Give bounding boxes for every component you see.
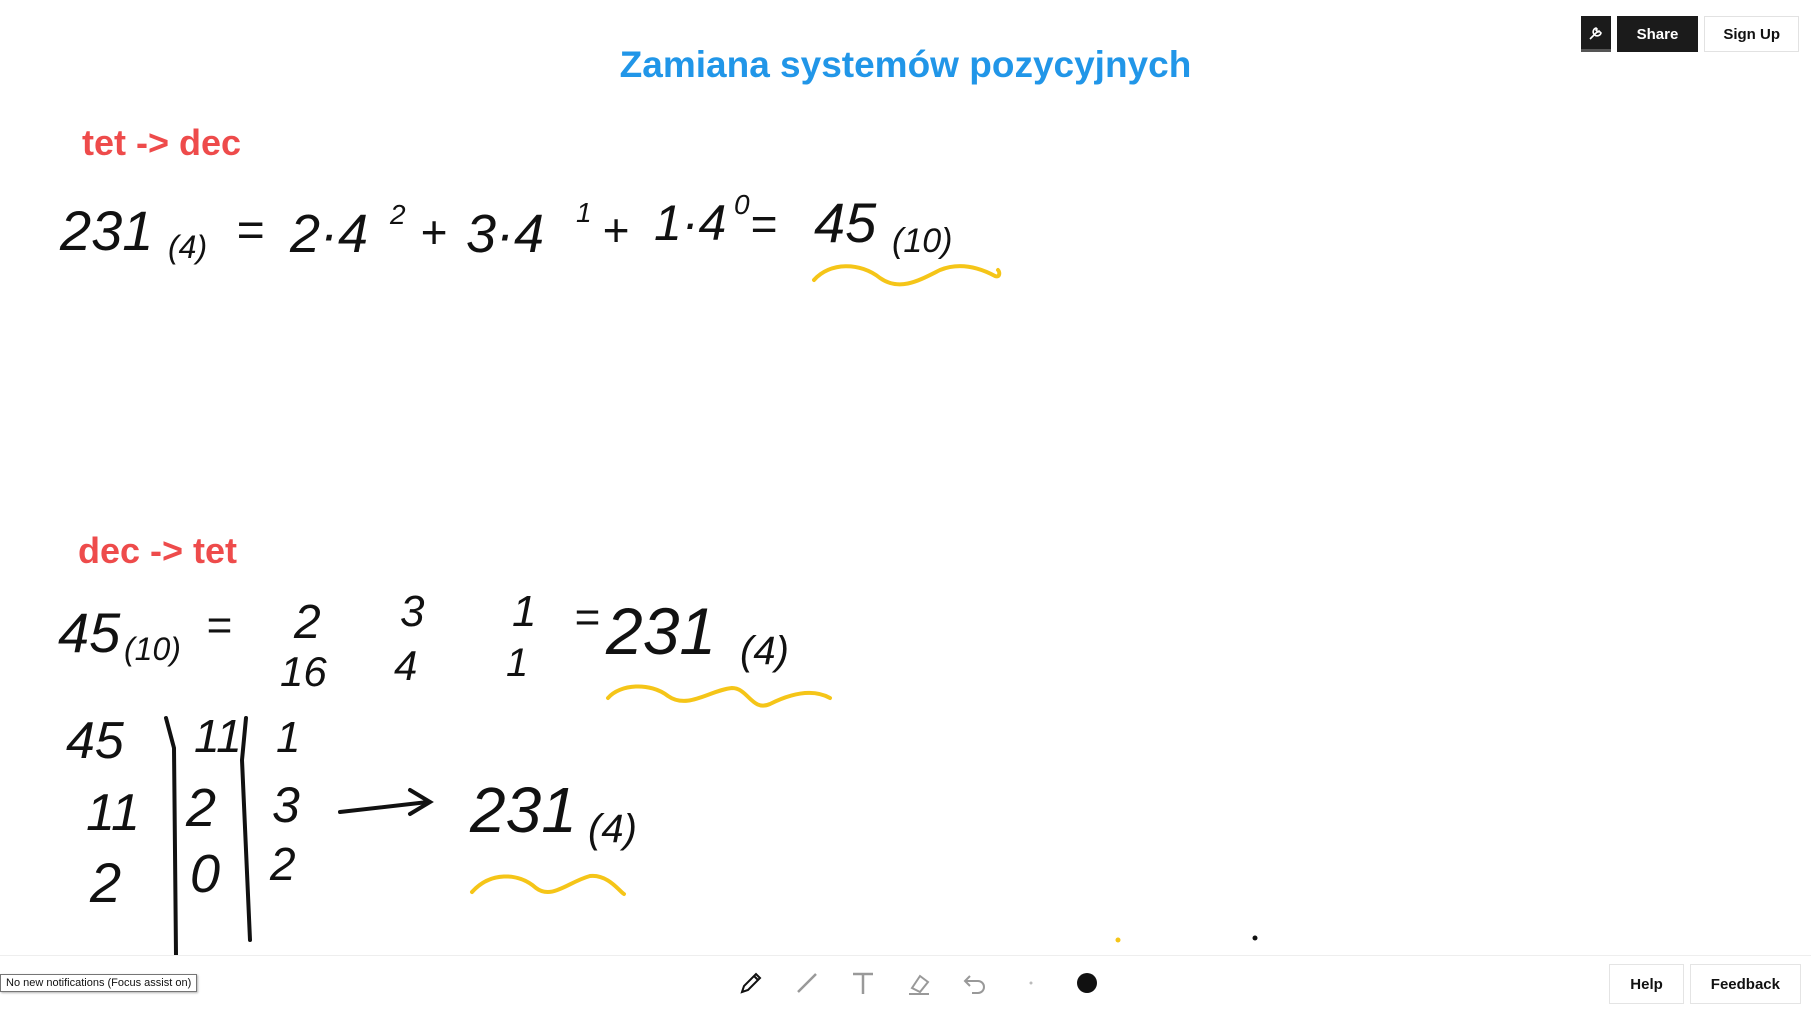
div-col3-1: 3 [272, 777, 300, 833]
div-result-base: (4) [588, 807, 637, 851]
div-result: 231 [469, 774, 577, 846]
div-col2-1: 2 [185, 778, 216, 838]
div-line-1 [164, 716, 178, 955]
eq1-term2: 3·4 [466, 204, 544, 264]
text-icon[interactable] [848, 968, 878, 998]
eq1-equals: = [236, 204, 264, 257]
eq1-exp3: 0 [734, 189, 750, 220]
drawing-tools [736, 968, 1102, 998]
eq2-equals2: = [574, 593, 600, 642]
eq1-plus2: + [602, 204, 629, 256]
div-line-2 [239, 716, 252, 942]
eq2-weight-0: 16 [280, 648, 327, 695]
handwriting-layer: 231 (4) = 2·4 2 + 3·4 1 + 1·4 0 = 45 (10… [58, 189, 1258, 955]
pencil-icon[interactable] [736, 968, 766, 998]
color-picker-icon[interactable] [1072, 968, 1102, 998]
bottom-toolbar: Help Feedback [0, 955, 1811, 1010]
eq1-equals2: = [750, 198, 777, 250]
share-button[interactable]: Share [1616, 16, 1699, 52]
eq1-plus1: + [420, 206, 447, 258]
eq1-base: (4) [168, 229, 207, 265]
line-icon[interactable] [792, 968, 822, 998]
div-col3-0: 1 [276, 713, 300, 762]
notification-tooltip: No new notifications (Focus assist on) [0, 974, 198, 992]
feedback-button[interactable]: Feedback [1689, 964, 1801, 1004]
div-col1-0: 45 [66, 712, 125, 770]
dot-yellow [1115, 937, 1121, 943]
eq2-result-base: (4) [740, 629, 789, 673]
highlight-eq1 [812, 264, 1002, 287]
eq1-term3: 1·4 [654, 195, 726, 251]
small-dot-icon[interactable] [1016, 968, 1046, 998]
undo-icon[interactable] [960, 968, 990, 998]
eq2-equals: = [206, 601, 232, 650]
eraser-icon[interactable] [904, 968, 934, 998]
eq2-base: (10) [124, 631, 181, 667]
bottom-right-buttons: Help Feedback [1609, 964, 1801, 1004]
help-button[interactable]: Help [1609, 964, 1684, 1004]
eq1-result-base: (10) [892, 222, 952, 260]
eq1-term1: 2·4 [289, 204, 368, 264]
eq2-weight-1: 4 [394, 642, 417, 689]
div-col1-1: 11 [86, 784, 140, 842]
eq2-number: 45 [58, 601, 121, 664]
dot-black [1252, 935, 1258, 941]
eq2-weight-2: 1 [506, 641, 528, 685]
eq1-number: 231 [59, 199, 153, 262]
div-col1-2: 2 [89, 851, 121, 914]
top-toolbar: Share Sign Up [1580, 16, 1799, 52]
eq1-result: 45 [814, 191, 877, 254]
eq2-digit-1: 3 [400, 587, 425, 636]
div-col2-0: 11 [194, 710, 242, 762]
whiteboard-canvas[interactable]: Zamiana systemów pozycyjnych tet -> dec … [0, 0, 1811, 955]
highlight-eq2 [606, 684, 832, 708]
eq1-exp1: 2 [389, 199, 406, 230]
div-col2-2: 0 [190, 844, 220, 904]
wrench-icon[interactable] [1580, 16, 1611, 52]
highlight-div [470, 873, 626, 896]
eq1-exp2: 1 [576, 197, 592, 228]
signup-button[interactable]: Sign Up [1704, 16, 1799, 52]
div-col3-2: 2 [269, 838, 296, 890]
eq2-digit-2: 1 [512, 587, 536, 636]
eq2-digit-0: 2 [293, 596, 321, 649]
eq2-result: 231 [605, 594, 716, 668]
